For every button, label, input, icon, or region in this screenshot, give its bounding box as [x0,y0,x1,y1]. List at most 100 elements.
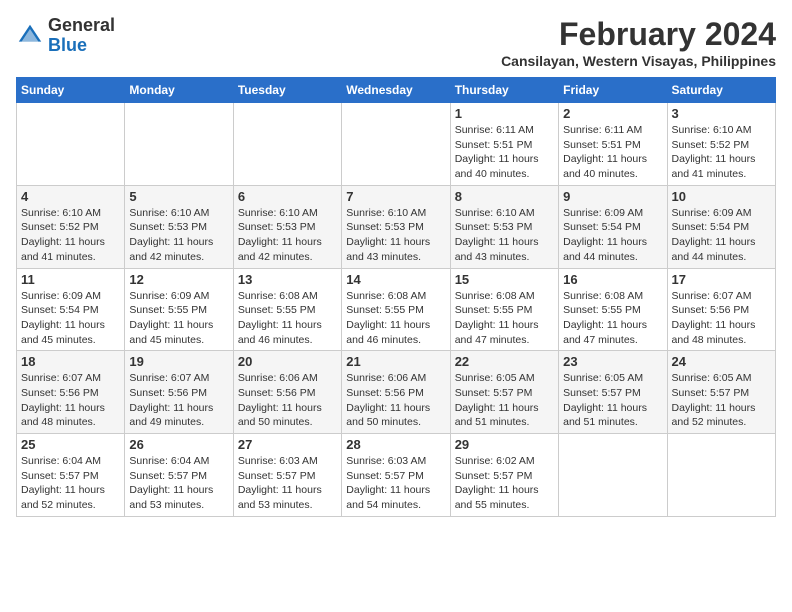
day-header-wednesday: Wednesday [342,78,450,103]
day-info: Sunrise: 6:08 AM Sunset: 5:55 PM Dayligh… [346,289,445,348]
calendar-day-cell: 1Sunrise: 6:11 AM Sunset: 5:51 PM Daylig… [450,103,558,186]
day-info: Sunrise: 6:08 AM Sunset: 5:55 PM Dayligh… [563,289,662,348]
day-info: Sunrise: 6:09 AM Sunset: 5:55 PM Dayligh… [129,289,228,348]
calendar-table: SundayMondayTuesdayWednesdayThursdayFrid… [16,77,776,517]
calendar-day-cell: 28 Sunrise: 6:03 AM Sunset: 5:57 PM Dayli… [342,434,450,517]
day-number: 18 [21,354,120,369]
day-info: Sunrise: 6:10 AM Sunset: 5:52 PM Dayligh… [21,206,120,265]
calendar-day-cell: 22 Sunrise: 6:05 AM Sunset: 5:57 PM Dayli… [450,351,558,434]
page-header: General Blue February 2024 Cansilayan, W… [16,16,776,69]
day-info: Sunrise: 6:07 AM Sunset: 5:56 PM Dayligh… [129,371,228,430]
day-number: 19 [129,354,228,369]
day-number: 6 [238,189,337,204]
logo-general: General [48,15,115,35]
calendar-day-cell: 25 Sunrise: 6:04 AM Sunset: 5:57 PM Dayli… [17,434,125,517]
day-number: 12 [129,272,228,287]
calendar-day-cell: 15 Sunrise: 6:08 AM Sunset: 5:55 PM Dayli… [450,268,558,351]
day-info: Sunrise: 6:05 AM Sunset: 5:57 PM Dayligh… [563,371,662,430]
day-header-monday: Monday [125,78,233,103]
calendar-day-cell: 19 Sunrise: 6:07 AM Sunset: 5:56 PM Dayli… [125,351,233,434]
logo-blue: Blue [48,35,87,55]
day-header-thursday: Thursday [450,78,558,103]
day-number: 13 [238,272,337,287]
calendar-day-cell: 14 Sunrise: 6:08 AM Sunset: 5:55 PM Dayli… [342,268,450,351]
day-header-friday: Friday [559,78,667,103]
day-info: Sunrise: 6:11 AM Sunset: 5:51 PM Dayligh… [563,123,662,182]
calendar-week-row: 1 Sunrise: 6:11 AM Sunset: 5:51 PM Daylig… [17,103,776,186]
day-number: 9 [563,189,662,204]
day-info: Sunrise: 6:06 AM Sunset: 5:56 PM Dayligh… [346,371,445,430]
day-number: 14 [346,272,445,287]
day-info: Sunrise: 6:07 AM Sunset: 5:56 PM Dayligh… [21,371,120,430]
calendar-day-cell: 12 Sunrise: 6:09 AM Sunset: 5:55 PM Dayli… [125,268,233,351]
day-info: Sunrise: 6:03 AM Sunset: 5:57 PM Dayligh… [346,454,445,513]
calendar-day-cell: 26 Sunrise: 6:04 AM Sunset: 5:57 PM Dayli… [125,434,233,517]
calendar-day-cell: 21 Sunrise: 6:06 AM Sunset: 5:56 PM Dayli… [342,351,450,434]
logo-icon [16,22,44,50]
day-info: Sunrise: 6:09 AM Sunset: 5:54 PM Dayligh… [672,206,771,265]
day-number: 4 [21,189,120,204]
day-number: 22 [455,354,554,369]
day-header-saturday: Saturday [667,78,775,103]
day-number: 3 [672,106,771,121]
day-number: 2 [563,106,662,121]
empty-day-cell [125,103,233,186]
day-info: Sunrise: 6:10 AM Sunset: 5:53 PM Dayligh… [129,206,228,265]
day-number: 27 [238,437,337,452]
day-info: Sunrise: 6:05 AM Sunset: 5:57 PM Dayligh… [672,371,771,430]
day-info: Sunrise: 6:04 AM Sunset: 5:57 PM Dayligh… [129,454,228,513]
empty-day-cell [559,434,667,517]
calendar-day-cell: 9Sunrise: 6:09 AM Sunset: 5:54 PM Daylig… [559,185,667,268]
day-number: 20 [238,354,337,369]
calendar-day-cell: 20Sunrise: 6:06 AM Sunset: 5:56 PM Dayli… [233,351,341,434]
day-number: 8 [455,189,554,204]
day-info: Sunrise: 6:10 AM Sunset: 5:53 PM Dayligh… [238,206,337,265]
calendar-week-row: 11Sunrise: 6:09 AM Sunset: 5:54 PM Dayli… [17,268,776,351]
calendar-day-cell: 6 Sunrise: 6:10 AM Sunset: 5:53 PM Daylig… [233,185,341,268]
empty-day-cell [233,103,341,186]
day-number: 7 [346,189,445,204]
empty-day-cell [17,103,125,186]
day-info: Sunrise: 6:09 AM Sunset: 5:54 PM Dayligh… [21,289,120,348]
day-number: 29 [455,437,554,452]
calendar-day-cell: 13Sunrise: 6:08 AM Sunset: 5:55 PM Dayli… [233,268,341,351]
empty-day-cell [342,103,450,186]
day-info: Sunrise: 6:03 AM Sunset: 5:57 PM Dayligh… [238,454,337,513]
day-info: Sunrise: 6:04 AM Sunset: 5:57 PM Dayligh… [21,454,120,513]
day-header-tuesday: Tuesday [233,78,341,103]
calendar-day-cell: 7 Sunrise: 6:10 AM Sunset: 5:53 PM Daylig… [342,185,450,268]
day-info: Sunrise: 6:05 AM Sunset: 5:57 PM Dayligh… [455,371,554,430]
calendar-day-cell: 17Sunrise: 6:07 AM Sunset: 5:56 PM Dayli… [667,268,775,351]
day-number: 23 [563,354,662,369]
calendar-day-cell: 5 Sunrise: 6:10 AM Sunset: 5:53 PM Daylig… [125,185,233,268]
calendar-day-cell: 10 Sunrise: 6:09 AM Sunset: 5:54 PM Dayli… [667,185,775,268]
calendar-day-cell: 4 Sunrise: 6:10 AM Sunset: 5:52 PM Daylig… [17,185,125,268]
day-number: 21 [346,354,445,369]
calendar-day-cell: 18 Sunrise: 6:07 AM Sunset: 5:56 PM Dayli… [17,351,125,434]
day-info: Sunrise: 6:08 AM Sunset: 5:55 PM Dayligh… [455,289,554,348]
month-year-title: February 2024 [501,16,776,53]
day-number: 28 [346,437,445,452]
title-area: February 2024 Cansilayan, Western Visaya… [501,16,776,69]
calendar-header-row: SundayMondayTuesdayWednesdayThursdayFrid… [17,78,776,103]
day-number: 10 [672,189,771,204]
logo: General Blue [16,16,115,56]
calendar-day-cell: 29 Sunrise: 6:02 AM Sunset: 5:57 PM Dayli… [450,434,558,517]
day-number: 5 [129,189,228,204]
day-number: 26 [129,437,228,452]
day-number: 17 [672,272,771,287]
calendar-day-cell: 3Sunrise: 6:10 AM Sunset: 5:52 PM Daylig… [667,103,775,186]
day-number: 25 [21,437,120,452]
day-info: Sunrise: 6:02 AM Sunset: 5:57 PM Dayligh… [455,454,554,513]
day-number: 16 [563,272,662,287]
calendar-week-row: 4 Sunrise: 6:10 AM Sunset: 5:52 PM Daylig… [17,185,776,268]
calendar-day-cell: 27 Sunrise: 6:03 AM Sunset: 5:57 PM Dayli… [233,434,341,517]
calendar-day-cell: 16 Sunrise: 6:08 AM Sunset: 5:55 PM Dayli… [559,268,667,351]
day-number: 15 [455,272,554,287]
calendar-day-cell: 8Sunrise: 6:10 AM Sunset: 5:53 PM Daylig… [450,185,558,268]
calendar-day-cell: 23 Sunrise: 6:05 AM Sunset: 5:57 PM Dayli… [559,351,667,434]
day-info: Sunrise: 6:10 AM Sunset: 5:53 PM Dayligh… [346,206,445,265]
calendar-week-row: 25 Sunrise: 6:04 AM Sunset: 5:57 PM Dayli… [17,434,776,517]
logo-text: General Blue [48,16,115,56]
day-number: 1 [455,106,554,121]
